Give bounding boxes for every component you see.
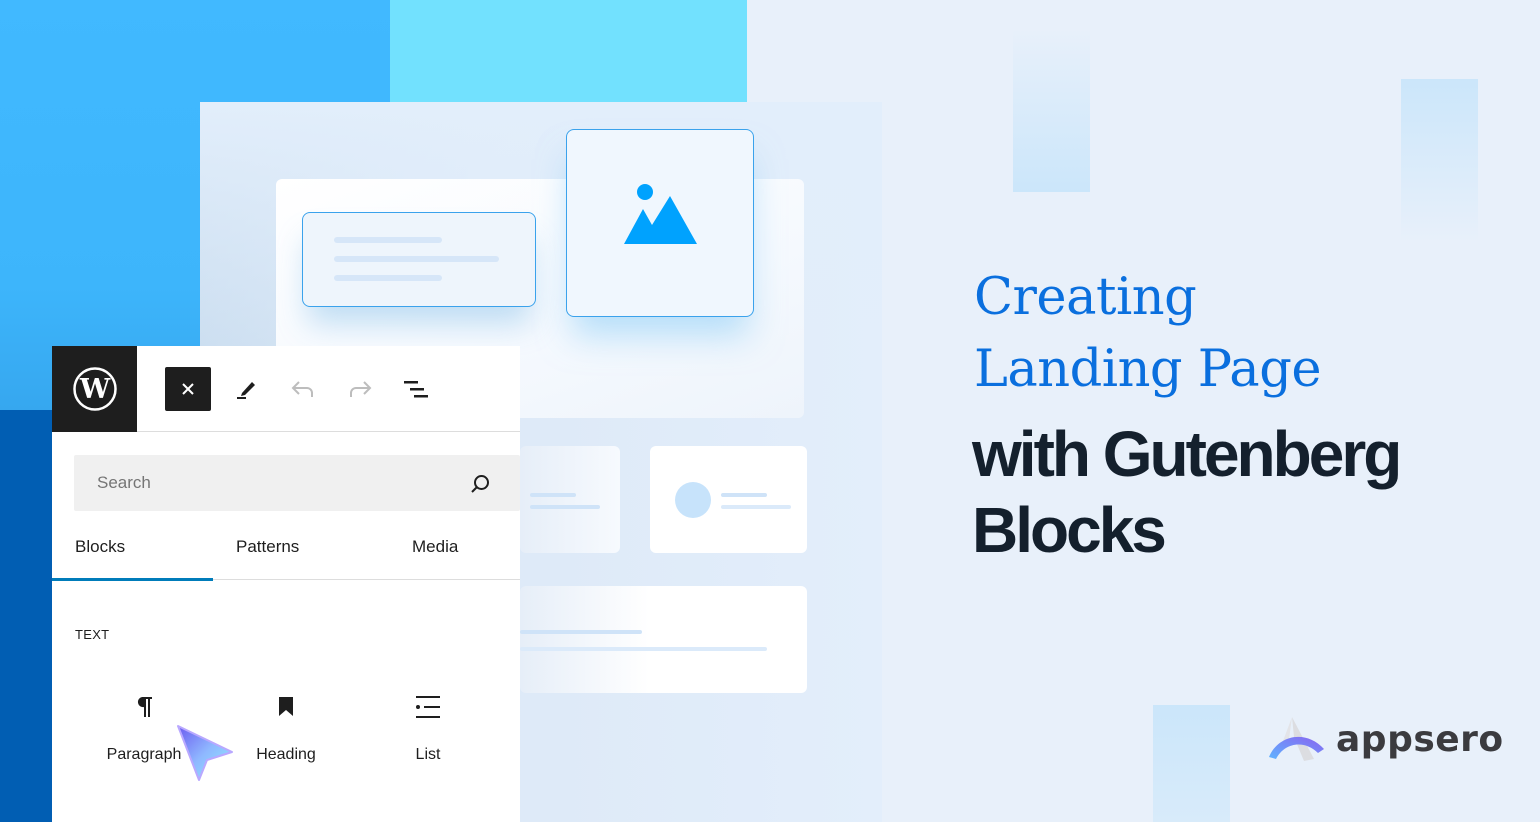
block-item-list[interactable]: List (358, 694, 498, 784)
skeleton-line (334, 237, 442, 243)
decorative-bar (1153, 705, 1230, 822)
skeleton-line (530, 493, 576, 497)
headline-line-2: Landing Page (974, 340, 1322, 399)
tools-button[interactable] (223, 367, 269, 411)
document-overview-button[interactable] (393, 367, 439, 411)
paragraph-icon (131, 694, 157, 720)
block-label: Heading (256, 746, 316, 763)
skeleton-line (520, 630, 642, 634)
block-item-heading[interactable]: Heading (216, 694, 356, 784)
wordpress-icon: W (72, 367, 117, 411)
tab-patterns[interactable]: Patterns (236, 523, 299, 580)
headline-line-3: with Gutenberg (972, 418, 1402, 490)
block-inserter-panel: W Search Blocks Patterns Media TEXT Para… (52, 346, 520, 822)
pen-icon (237, 382, 255, 399)
redo-button[interactable] (337, 367, 383, 411)
headline-line-1: Creating (974, 268, 1197, 327)
decorative-bar (1401, 79, 1478, 243)
brand-appsero: appsero (1266, 713, 1504, 765)
section-heading-text: TEXT (75, 627, 110, 642)
tab-media[interactable]: Media (412, 523, 458, 580)
skeleton-line (721, 505, 791, 509)
avatar-placeholder (675, 482, 711, 518)
list-icon (415, 694, 441, 720)
headline-line-4: Blocks (972, 494, 1167, 566)
close-inserter-button[interactable] (165, 367, 211, 411)
skeleton-line (334, 256, 499, 262)
mockup-text-block (302, 212, 536, 307)
headline-serif: Creating Landing Page (974, 262, 1322, 406)
close-icon (182, 383, 194, 395)
search-input[interactable] (74, 455, 454, 511)
background-cyan-panel (390, 0, 747, 102)
headline-bold: with Gutenberg Blocks (972, 416, 1402, 568)
mockup-wide-card (520, 586, 807, 693)
mockup-avatar-card (650, 446, 807, 553)
decorative-bar (1013, 28, 1090, 192)
background-navy-panel (0, 410, 52, 822)
list-view-icon (404, 381, 428, 398)
skeleton-line (530, 505, 600, 509)
tab-blocks[interactable]: Blocks (52, 523, 213, 581)
svg-text:W: W (78, 374, 110, 405)
appsero-logo-icon (1269, 717, 1324, 761)
mockup-small-card (520, 446, 620, 553)
block-label: List (415, 746, 441, 763)
brand-name: appsero (1336, 718, 1504, 760)
inserter-tabs: Blocks Patterns Media (52, 523, 520, 581)
block-label: Paragraph (106, 746, 182, 763)
skeleton-line (721, 493, 767, 497)
undo-icon (291, 381, 313, 397)
editor-toolbar: W (52, 346, 520, 432)
skeleton-line (334, 275, 442, 281)
search-icon[interactable] (468, 472, 492, 496)
redo-icon (350, 381, 372, 397)
skeleton-line (520, 647, 767, 651)
cursor-pointer-icon (177, 725, 233, 781)
image-icon (624, 184, 697, 244)
mockup-image-block (566, 129, 754, 317)
wordpress-logo-button[interactable]: W (52, 346, 137, 432)
block-search-field (74, 455, 520, 511)
bookmark-icon (273, 694, 299, 720)
undo-button[interactable] (280, 367, 326, 411)
